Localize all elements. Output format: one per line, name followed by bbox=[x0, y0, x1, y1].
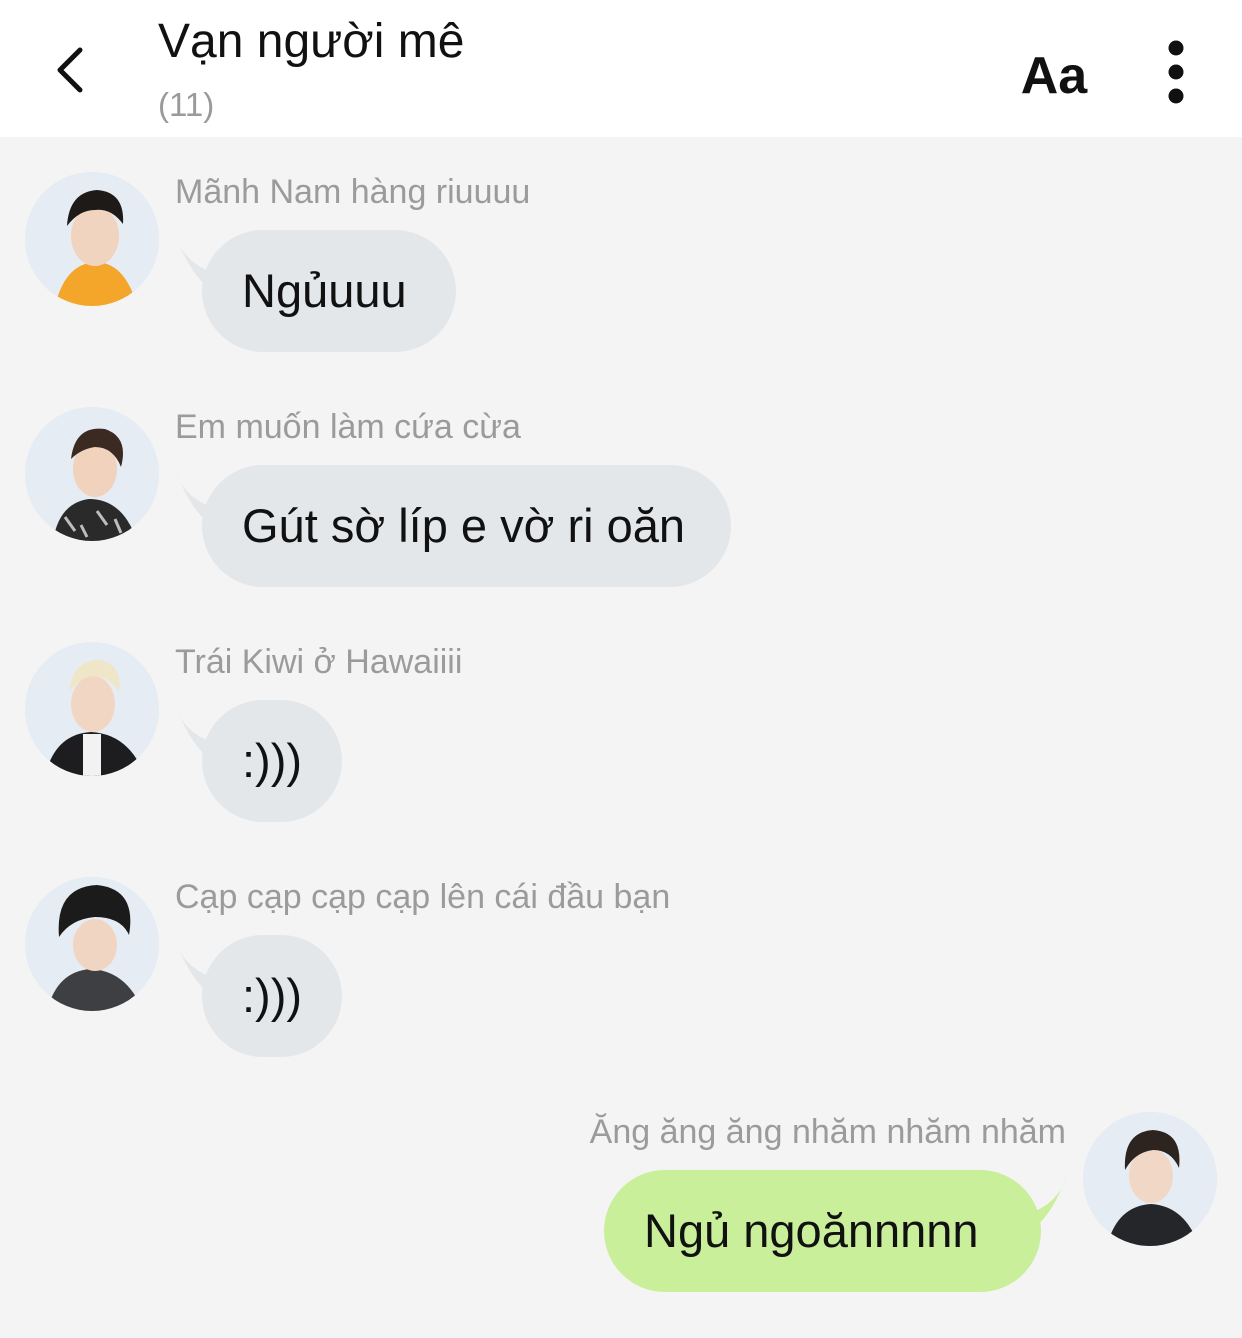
sender-name: Trái Kiwi ở Hawaiiii bbox=[175, 643, 463, 681]
sender-name: Mãnh Nam hàng riuuuu bbox=[175, 173, 531, 211]
message-bubble[interactable]: :))) bbox=[202, 935, 342, 1057]
sender-name: Em muốn làm cứa cừa bbox=[175, 408, 521, 446]
sender-name: Ăng ăng ăng nhăm nhăm nhăm bbox=[589, 1113, 1066, 1151]
chat-title: Vạn người mê bbox=[158, 15, 465, 68]
more-options-button[interactable] bbox=[1150, 30, 1202, 114]
avatar[interactable] bbox=[25, 642, 159, 776]
chat-header: Vạn người mê (11) Aa bbox=[0, 0, 1242, 137]
avatar[interactable] bbox=[1083, 1112, 1217, 1246]
vertical-dots-icon bbox=[1168, 40, 1184, 104]
avatar[interactable] bbox=[25, 877, 159, 1011]
message-bubble[interactable]: Ngủuuu bbox=[202, 230, 456, 352]
sender-name: Cạp cạp cạp cạp lên cái đầu bạn bbox=[175, 878, 671, 916]
back-button[interactable] bbox=[30, 30, 110, 110]
chevron-left-icon bbox=[57, 47, 83, 93]
avatar[interactable] bbox=[25, 172, 159, 306]
font-size-button[interactable]: Aa bbox=[1012, 40, 1096, 112]
member-count: (11) bbox=[158, 86, 215, 123]
message-bubble[interactable]: Gút sờ líp e vờ ri oăn bbox=[202, 465, 731, 587]
message-bubble-mine[interactable]: Ngủ ngoănnnnn bbox=[604, 1170, 1041, 1292]
avatar[interactable] bbox=[25, 407, 159, 541]
message-bubble[interactable]: :))) bbox=[202, 700, 342, 822]
